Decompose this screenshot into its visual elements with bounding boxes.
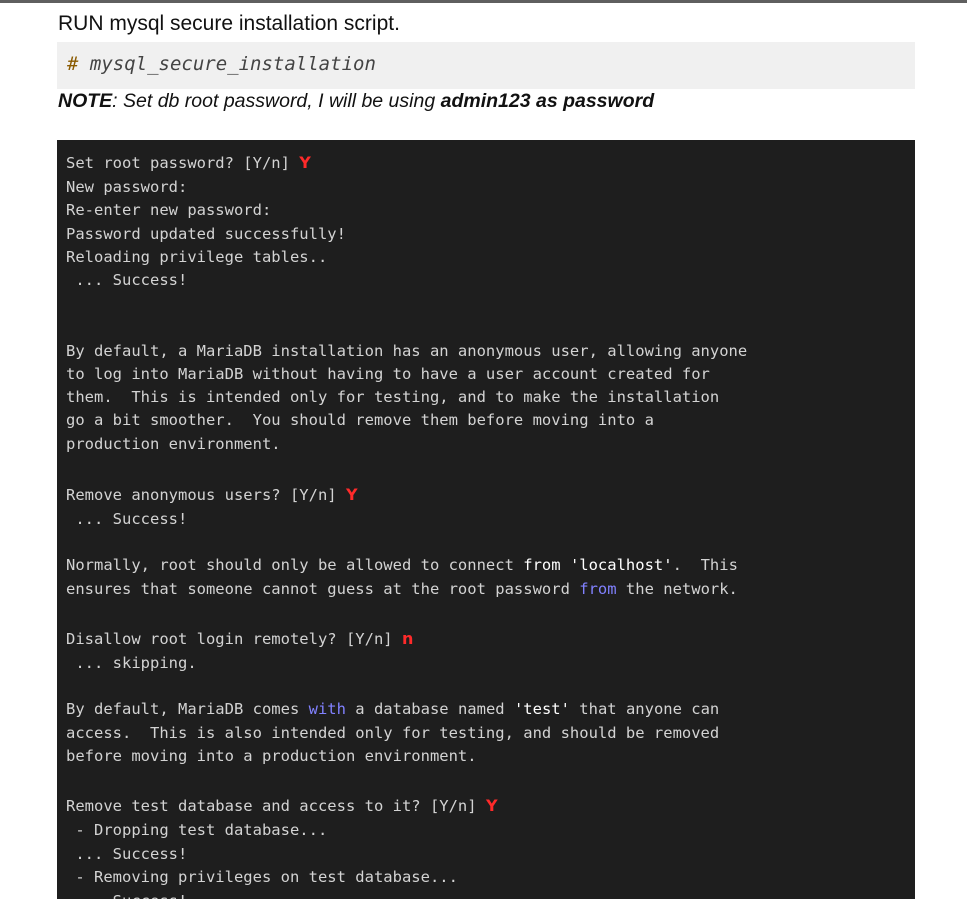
terminal-line: ... skipping. <box>66 654 197 672</box>
terminal-line: ... Success! <box>66 271 188 289</box>
terminal-line: Password updated successfully! <box>66 225 346 243</box>
terminal-line: Re-enter new password: <box>66 201 272 219</box>
terminal-line: Normally, root should only be allowed to… <box>66 555 738 575</box>
answer-text: n <box>401 629 414 648</box>
answer-text: Y <box>485 796 498 815</box>
command-text: mysql_secure_installation <box>89 53 376 75</box>
text-segment: By default, MariaDB comes <box>66 700 309 718</box>
string-segment: 'localhost' <box>569 556 673 574</box>
top-divider <box>0 0 967 3</box>
terminal-line: them. This is intended only for testing,… <box>66 388 720 406</box>
prompt-text: Remove test database and access to it? [… <box>66 797 486 815</box>
terminal-line: ensures that someone cannot guess at the… <box>66 579 738 599</box>
terminal-output-block: Set root password? [Y/n] Y New password:… <box>57 140 915 899</box>
terminal-line: Disallow root login remotely? [Y/n] n <box>66 629 413 649</box>
terminal-line: ... Success! <box>66 845 188 863</box>
terminal-line: New password: <box>66 178 188 196</box>
terminal-line: access. This is also intended only for t… <box>66 724 720 742</box>
terminal-line: before moving into a production environm… <box>66 747 477 765</box>
command-code-block: # mysql_secure_installation <box>57 42 915 89</box>
keyword-segment: from <box>523 556 561 574</box>
terminal-line: production environment. <box>66 435 281 453</box>
text-segment: the network. <box>616 580 738 598</box>
terminal-line: go a bit smoother. You should remove the… <box>66 411 654 429</box>
text-segment <box>561 556 570 574</box>
text-segment: that anyone can <box>569 700 720 718</box>
text-segment: a database named <box>345 700 514 718</box>
terminal-line: Remove anonymous users? [Y/n] Y <box>66 485 358 505</box>
keyword-segment: with <box>308 700 346 718</box>
shell-prompt: # <box>67 53 79 75</box>
terminal-line: Reloading privilege tables.. <box>66 248 328 266</box>
terminal-line: By default, MariaDB comes with a databas… <box>66 699 719 719</box>
note-text: : Set db root password, I will be using <box>112 90 441 112</box>
terminal-line: Remove test database and access to it? [… <box>66 796 498 816</box>
note-emphasis: admin123 as password <box>440 90 655 112</box>
text-segment: Normally, root should only be allowed to… <box>66 556 524 574</box>
note-paragraph: NOTE: Set db root password, I will be us… <box>58 90 654 113</box>
answer-text: Y <box>299 153 311 172</box>
string-segment: 'test' <box>513 700 570 718</box>
keyword-segment: from <box>579 580 617 598</box>
terminal-line: Set root password? [Y/n] Y <box>66 153 311 173</box>
prompt-text: Set root password? [Y/n] <box>66 154 300 172</box>
terminal-line: - Removing privileges on test database..… <box>66 868 458 886</box>
answer-text: Y <box>345 485 358 504</box>
prompt-text: Disallow root login remotely? [Y/n] <box>66 630 402 648</box>
prompt-text: Remove anonymous users? [Y/n] <box>66 486 346 504</box>
command-line: # mysql_secure_installation <box>67 53 376 75</box>
text-segment: ensures that someone cannot guess at the… <box>66 580 580 598</box>
note-label: NOTE <box>58 90 113 112</box>
terminal-line: - Dropping test database... <box>66 821 328 839</box>
terminal-line: ... Success! <box>66 510 188 528</box>
terminal-line: By default, a MariaDB installation has a… <box>66 342 748 360</box>
text-segment: . This <box>672 556 738 574</box>
section-heading: RUN mysql secure installation script. <box>58 12 400 35</box>
terminal-line: to log into MariaDB without having to ha… <box>66 365 710 383</box>
terminal-line: ... Success! <box>66 891 187 899</box>
